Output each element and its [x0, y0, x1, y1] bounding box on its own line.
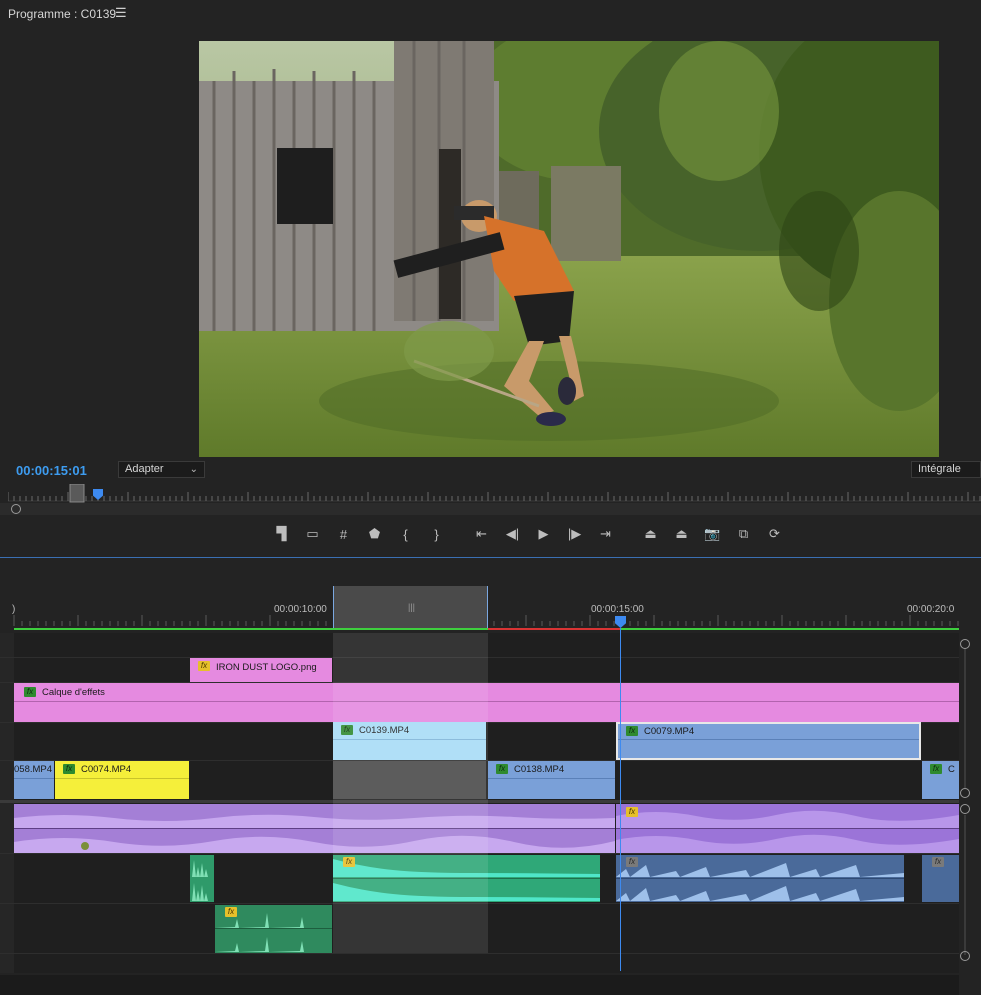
audio-waveform	[616, 863, 904, 901]
program-monitor: Programme : C0139 ☰ 00:00:15:01 Adapter …	[0, 0, 981, 555]
fx-badge-icon: fx	[626, 807, 638, 817]
mark-out-button[interactable]: }	[421, 522, 452, 546]
go-to-out-button[interactable]: ⇥	[590, 522, 621, 546]
audio-waveform	[14, 804, 615, 853]
track-divider	[0, 953, 959, 954]
compare-view-button[interactable]: ⧉	[728, 522, 759, 546]
audio-clip-music-a[interactable]	[14, 804, 615, 853]
audio-clip-fx[interactable]: fx	[215, 905, 332, 953]
monitor-title: Programme : C0139	[8, 7, 117, 21]
clip-c-end[interactable]: fx C	[922, 761, 959, 799]
work-area-bar-rendered	[14, 628, 959, 630]
fx-badge-icon: fx	[225, 907, 237, 917]
clip-label: C0138.MP4	[514, 764, 565, 775]
video-frame	[199, 41, 939, 457]
tick-label: 00:00:10:00	[274, 604, 327, 615]
horizontal-scrollbar[interactable]	[0, 975, 959, 995]
video-scroll-track[interactable]	[964, 648, 966, 788]
fx-badge-icon: fx	[930, 764, 942, 774]
export-frame-button[interactable]: 📷	[697, 522, 728, 546]
clip-058[interactable]: 058.MP4	[14, 761, 54, 799]
monitor-zoom-scrollbar[interactable]	[0, 503, 981, 515]
tick-label: 00:00:15:00	[591, 604, 644, 615]
in-out-highlight	[333, 633, 488, 953]
go-to-in-button[interactable]: ⇤	[466, 522, 497, 546]
playhead-line[interactable]	[620, 628, 621, 971]
fit-zoom-select[interactable]: Adapter ⌄	[118, 461, 205, 478]
fx-badge-icon: fx	[626, 857, 638, 867]
fx-badge-icon: fx	[496, 764, 508, 774]
premiere-window: Programme : C0139 ☰ 00:00:15:01 Adapter …	[0, 0, 981, 995]
step-forward-button[interactable]: |▶	[559, 522, 590, 546]
play-button[interactable]: ▶	[528, 522, 559, 546]
clip-label: 058.MP4	[14, 764, 53, 775]
add-marker-button[interactable]: ▜	[266, 522, 297, 546]
range-grip-icon[interactable]: |||	[408, 602, 415, 612]
fx-badge-icon: fx	[198, 661, 210, 671]
fx-badge-icon: fx	[24, 687, 36, 697]
video-scroll-handle-top[interactable]	[960, 639, 970, 649]
clip-label: IRON DUST LOGO.png	[216, 662, 317, 673]
transport-controls: ▜ ▭ # ⬟{} ⇤ ◀| ▶ |▶ ⇥ ⏏ ⏏ 📷 ⧉ ⟳	[266, 522, 790, 546]
audio-scroll-handle-top[interactable]	[960, 804, 970, 814]
mark-in-button[interactable]: {	[390, 522, 421, 546]
tick-label: )	[12, 604, 16, 615]
extract-button[interactable]: ⏏	[666, 522, 697, 546]
panel-menu-icon[interactable]: ☰	[115, 5, 127, 21]
fx-badge-icon: fx	[626, 726, 638, 736]
playhead-timecode[interactable]: 00:00:15:01	[16, 463, 87, 478]
step-back-button[interactable]: ◀|	[497, 522, 528, 546]
timeline-ruler[interactable]	[0, 585, 981, 630]
playback-resolution-select[interactable]: Intégrale	[911, 461, 981, 478]
track-headers	[0, 633, 14, 973]
vertical-scrollbar[interactable]	[959, 633, 981, 973]
toggle-proxies-button[interactable]: ⟳	[759, 522, 790, 546]
clip-iron-dust-logo[interactable]: fx IRON DUST LOGO.png	[190, 658, 332, 682]
fit-zoom-value: Adapter	[125, 463, 164, 475]
audio-clip-c-end[interactable]: fx	[922, 855, 959, 902]
fx-badge-icon: fx	[932, 857, 944, 867]
audio-clip-music-b[interactable]: fx	[616, 804, 959, 853]
playback-resolution-value: Intégrale	[918, 463, 961, 475]
clip-c0138[interactable]: fx C0138.MP4	[488, 761, 615, 799]
audio-clip-c0079[interactable]: fx	[616, 855, 904, 902]
clip-label: C0079.MP4	[644, 726, 695, 737]
audio-waveform	[616, 810, 959, 853]
marker-button[interactable]: ⬟	[359, 522, 390, 546]
audio-waveform	[192, 860, 212, 901]
fx-badge-icon: fx	[63, 764, 75, 774]
clip-label: C	[948, 764, 955, 775]
lift-button[interactable]: ⏏	[635, 522, 666, 546]
tick-label: 00:00:20:0	[907, 604, 955, 615]
audio-clip-short[interactable]	[190, 855, 214, 902]
audio-scroll-handle-bottom[interactable]	[960, 951, 970, 961]
safe-margins-button[interactable]: ▭	[297, 522, 328, 546]
audio-scroll-track[interactable]	[964, 815, 966, 955]
monitor-time-ruler[interactable]	[8, 484, 981, 504]
clip-label: C0074.MP4	[81, 764, 132, 775]
video-frame-image	[199, 41, 939, 457]
clip-c0079-selected[interactable]: fx C0079.MP4	[616, 722, 921, 760]
grid-button[interactable]: #	[328, 522, 359, 546]
chevron-down-icon: ⌄	[189, 464, 198, 475]
video-scroll-handle-bottom[interactable]	[960, 788, 970, 798]
clip-c0074[interactable]: fx C0074.MP4	[55, 761, 189, 799]
work-area-bar-unrendered	[488, 628, 620, 630]
monitor-zoom-handle[interactable]	[11, 504, 21, 514]
clip-label: Calque d'effets	[42, 687, 105, 698]
